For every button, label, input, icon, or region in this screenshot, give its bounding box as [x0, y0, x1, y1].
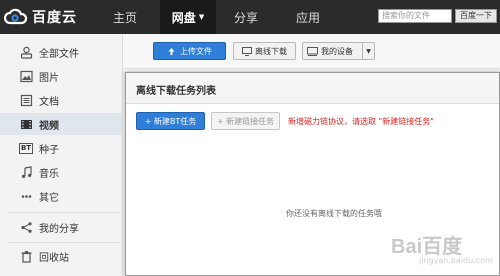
sidebar-item-music[interactable]: 音乐: [0, 161, 122, 183]
sidebar-item-images[interactable]: 图片: [0, 65, 122, 87]
nav-apps[interactable]: 应用: [284, 0, 332, 34]
cloud-logo-icon: [4, 8, 28, 25]
sidebar-item-my-shares[interactable]: 我的分享: [0, 216, 122, 238]
top-bar: 百度云 主页 网盘 ▼ 分享 应用 搜索你的文件 百度一下: [0, 0, 500, 34]
baidu-jingyan-watermark: Bai百度 jingyan.baidu.com: [383, 224, 493, 270]
sidebar-item-all-files[interactable]: 全部文件: [0, 41, 122, 63]
nav-share[interactable]: 分享: [222, 0, 270, 34]
new-bt-task-button[interactable]: + 新建BT任务: [136, 112, 205, 130]
other-icon: [19, 189, 33, 203]
sidebar-item-label: 种子: [39, 144, 59, 156]
user-icon: [19, 45, 33, 59]
nav-apps-label: 应用: [295, 10, 320, 25]
nav-netdisk-label: 网盘: [171, 10, 196, 25]
offline-download-button[interactable]: 离线下载: [233, 42, 296, 60]
chevron-down-icon[interactable]: ▼: [362, 43, 374, 59]
watermark-text: Bai百度: [391, 236, 463, 258]
device-icon: [307, 46, 318, 56]
sidebar-item-label: 文档: [39, 96, 59, 108]
video-icon: [19, 117, 33, 131]
nav-share-label: 分享: [233, 10, 258, 25]
nav-home-label: 主页: [112, 10, 137, 25]
sidebar-item-video[interactable]: 视频: [0, 113, 122, 135]
logo-text: 百度云: [32, 10, 77, 26]
nav-home[interactable]: 主页: [101, 0, 149, 34]
logo[interactable]: 百度云: [4, 6, 77, 28]
dialog-header: 离线下载任务列表: [126, 73, 499, 104]
sidebar-item-torrents[interactable]: BT 种子: [0, 137, 122, 159]
sidebar-item-label: 全部文件: [39, 48, 79, 60]
my-devices-label: 我的设备: [321, 46, 353, 56]
sidebar-item-other[interactable]: 其它: [0, 185, 122, 207]
new-link-task-button[interactable]: + 新建链接任务: [211, 112, 280, 130]
sidebar-item-label: 图片: [39, 72, 59, 84]
nav-netdisk[interactable]: 网盘 ▼: [160, 0, 216, 34]
image-icon: [19, 69, 33, 83]
music-icon: [19, 165, 33, 179]
upload-icon: [168, 47, 175, 55]
sidebar-item-docs[interactable]: 文档: [0, 89, 122, 111]
upload-button[interactable]: 上传文件: [153, 42, 226, 60]
sidebar-item-label: 音乐: [39, 168, 59, 180]
bt-icon: BT: [18, 141, 34, 155]
magnet-notice: 新增磁力链协议，请选取 "新建链接任务": [288, 117, 434, 126]
document-icon: [19, 93, 33, 107]
sidebar-divider: [8, 212, 120, 213]
trash-icon: [19, 249, 33, 263]
offline-download-label: 离线下载: [255, 46, 287, 56]
share-icon: [19, 220, 33, 234]
search-button[interactable]: 百度一下: [455, 9, 497, 23]
sidebar-item-label: 其它: [39, 192, 59, 204]
chevron-down-icon: ▼: [198, 13, 205, 21]
watermark-subtext: jingyan.baidu.com: [419, 256, 493, 265]
sidebar-divider: [8, 242, 120, 243]
empty-state-text: 你还没有离线下载的任务哦: [286, 209, 382, 218]
sidebar-item-label: 我的分享: [39, 223, 79, 235]
sidebar-item-recycle-bin[interactable]: 回收站: [0, 245, 122, 267]
my-devices-dropdown[interactable]: 我的设备 ▼: [302, 42, 375, 60]
dialog-title: 离线下载任务列表: [136, 86, 216, 97]
sidebar-item-label: 视频: [39, 120, 59, 132]
sidebar-item-label: 回收站: [39, 252, 69, 264]
search-input[interactable]: 搜索你的文件: [378, 9, 452, 23]
monitor-icon: [242, 46, 252, 56]
bt-icon-text: BT: [18, 142, 34, 154]
upload-button-label: 上传文件: [180, 46, 212, 56]
